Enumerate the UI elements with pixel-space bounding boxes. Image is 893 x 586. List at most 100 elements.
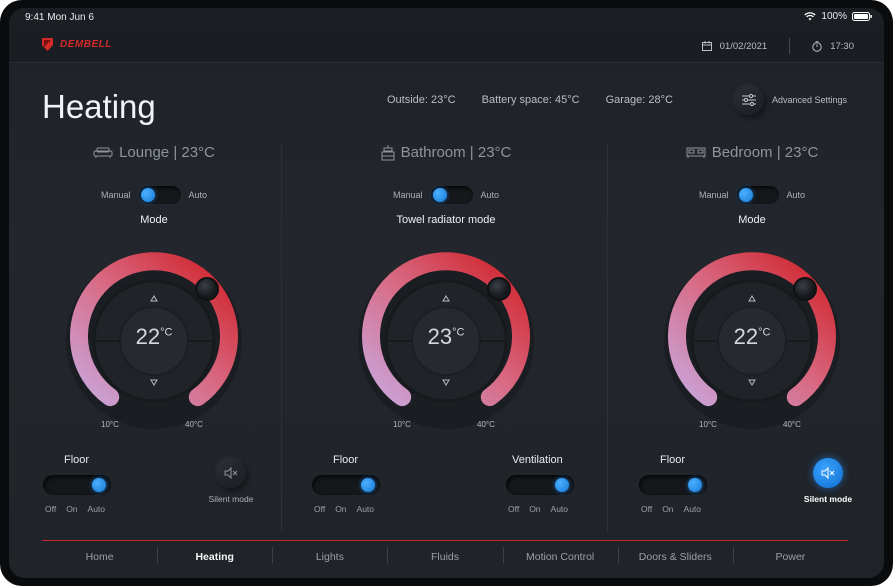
stat-battery-space: Battery space: 45°C bbox=[481, 94, 580, 106]
option-auto[interactable]: Auto bbox=[88, 504, 106, 514]
stopwatch-icon bbox=[812, 40, 822, 52]
option-auto[interactable]: Auto bbox=[684, 504, 702, 514]
manual-auto-toggle[interactable] bbox=[430, 186, 473, 204]
silent-mode-button[interactable] bbox=[813, 458, 843, 488]
speaker-mute-icon bbox=[224, 467, 238, 479]
zone-title: Bathroom | 23°C bbox=[400, 144, 512, 161]
brand-name: DEMBELL bbox=[60, 39, 112, 50]
temperature-dial[interactable]: 23°C bbox=[351, 246, 541, 436]
auto-label: Auto bbox=[480, 190, 500, 200]
zone-lounge: Lounge | 23°C Manual Auto Mode 22°C 10°C… bbox=[9, 138, 299, 518]
mode-label: Mode bbox=[140, 214, 168, 226]
zone-header: Lounge | 23°C bbox=[9, 144, 299, 161]
nav-doors-sliders[interactable]: Doors & Sliders bbox=[617, 541, 733, 575]
zone-bathroom: Bathroom | 23°C Manual Auto Towel radiat… bbox=[301, 138, 591, 518]
floor-switch[interactable] bbox=[43, 475, 111, 495]
current-temperature: 23°C bbox=[351, 324, 541, 350]
advanced-settings-icon-button[interactable] bbox=[734, 85, 764, 115]
manual-label: Manual bbox=[100, 190, 131, 200]
option-auto[interactable]: Auto bbox=[357, 504, 375, 514]
manual-auto-switch: Manual Auto bbox=[607, 186, 884, 204]
option-on[interactable]: On bbox=[529, 504, 540, 514]
auto-label: Auto bbox=[188, 190, 208, 200]
floor-options: Off On Auto bbox=[641, 504, 701, 514]
dial-max-label: 40°C bbox=[783, 420, 801, 429]
temperature-unit: °C bbox=[160, 326, 173, 339]
floor-label: Floor bbox=[660, 454, 686, 466]
temperature-value: 23 bbox=[427, 324, 453, 349]
header-date: 01/02/2021 bbox=[719, 40, 768, 52]
status-time: 9:41 Mon Jun 6 bbox=[25, 12, 94, 23]
option-off[interactable]: Off bbox=[314, 504, 325, 514]
stat-garage: Garage: 28°C bbox=[605, 94, 673, 106]
current-temperature: 22°C bbox=[59, 324, 249, 350]
floor-options: Off On Auto bbox=[314, 504, 374, 514]
dial-min-label: 10°C bbox=[393, 420, 411, 429]
ventilation-options: Off On Auto bbox=[508, 504, 568, 514]
nav-heating[interactable]: Heating bbox=[157, 541, 272, 575]
floor-options: Off On Auto bbox=[45, 504, 105, 514]
silent-mode-control: Silent mode bbox=[196, 458, 266, 504]
nav-lights[interactable]: Lights bbox=[272, 541, 387, 575]
temperature-unit: °C bbox=[452, 326, 465, 339]
temperature-value: 22 bbox=[135, 324, 161, 349]
manual-auto-toggle[interactable] bbox=[736, 186, 779, 204]
temperature-dial[interactable]: 22°C bbox=[59, 246, 249, 436]
toggle-knob bbox=[738, 188, 753, 202]
silent-mode-label: Silent mode bbox=[208, 494, 254, 504]
stat-outside: Outside: 23°C bbox=[387, 94, 456, 106]
advanced-settings-button[interactable]: Advanced Settings bbox=[734, 85, 847, 115]
floor-switch[interactable] bbox=[312, 475, 380, 495]
temperature-unit: °C bbox=[758, 326, 771, 339]
zone-title: Bedroom | 23°C bbox=[711, 144, 819, 161]
option-auto[interactable]: Auto bbox=[551, 504, 569, 514]
nav-power[interactable]: Power bbox=[732, 541, 848, 575]
header-divider bbox=[789, 38, 791, 54]
option-on[interactable]: On bbox=[335, 504, 346, 514]
header-time: 17:30 bbox=[830, 40, 854, 52]
mode-label: Towel radiator mode bbox=[396, 214, 496, 226]
app-header: DEMBELL 01/02/2021 17:30 bbox=[9, 28, 884, 63]
status-bar: 9:41 Mon Jun 6 100% bbox=[9, 8, 884, 28]
nav-motion-control[interactable]: Motion Control bbox=[502, 541, 618, 575]
floor-switch[interactable] bbox=[639, 475, 707, 495]
manual-label: Manual bbox=[392, 190, 423, 200]
option-on[interactable]: On bbox=[662, 504, 673, 514]
sliders-icon bbox=[742, 94, 756, 106]
switch-knob bbox=[361, 478, 375, 492]
silent-mode-control: Silent mode bbox=[793, 458, 863, 504]
wifi-icon bbox=[804, 12, 817, 21]
page-title: Heating bbox=[42, 88, 156, 125]
battery-percent: 100% bbox=[821, 11, 847, 22]
option-off[interactable]: Off bbox=[45, 504, 56, 514]
brand-logo[interactable]: DEMBELL bbox=[41, 37, 112, 52]
sensor-stats: Outside: 23°C Battery space: 45°C Garage… bbox=[387, 94, 673, 106]
dial-min-label: 10°C bbox=[699, 420, 717, 429]
dial-min-label: 10°C bbox=[101, 420, 119, 429]
sofa-icon bbox=[93, 147, 113, 158]
switch-knob bbox=[555, 478, 569, 492]
manual-label: Manual bbox=[698, 190, 729, 200]
manual-auto-switch: Manual Auto bbox=[9, 186, 299, 204]
toggle-knob bbox=[432, 188, 447, 202]
nav-home[interactable]: Home bbox=[42, 541, 157, 575]
calendar-icon bbox=[701, 41, 712, 51]
manual-auto-toggle[interactable] bbox=[138, 186, 181, 204]
speaker-mute-icon bbox=[821, 467, 835, 479]
zone-bedroom: Bedroom | 23°C Manual Auto Mode 22°C 10°… bbox=[607, 138, 884, 518]
temperature-value: 22 bbox=[733, 324, 759, 349]
switch-knob bbox=[688, 478, 702, 492]
mode-label: Mode bbox=[738, 214, 766, 226]
nav-fluids[interactable]: Fluids bbox=[387, 541, 502, 575]
floor-label: Floor bbox=[333, 454, 359, 466]
dial-max-label: 40°C bbox=[477, 420, 495, 429]
manual-auto-switch: Manual Auto bbox=[301, 186, 591, 204]
option-on[interactable]: On bbox=[66, 504, 77, 514]
screen: 9:41 Mon Jun 6 100% DEMBELL 01/02/2021 1… bbox=[9, 8, 884, 578]
option-off[interactable]: Off bbox=[641, 504, 652, 514]
temperature-dial[interactable]: 22°C bbox=[657, 246, 847, 436]
zone-header: Bathroom | 23°C bbox=[301, 144, 591, 161]
ventilation-switch[interactable] bbox=[506, 475, 574, 495]
option-off[interactable]: Off bbox=[508, 504, 519, 514]
silent-mode-button[interactable] bbox=[216, 458, 246, 488]
